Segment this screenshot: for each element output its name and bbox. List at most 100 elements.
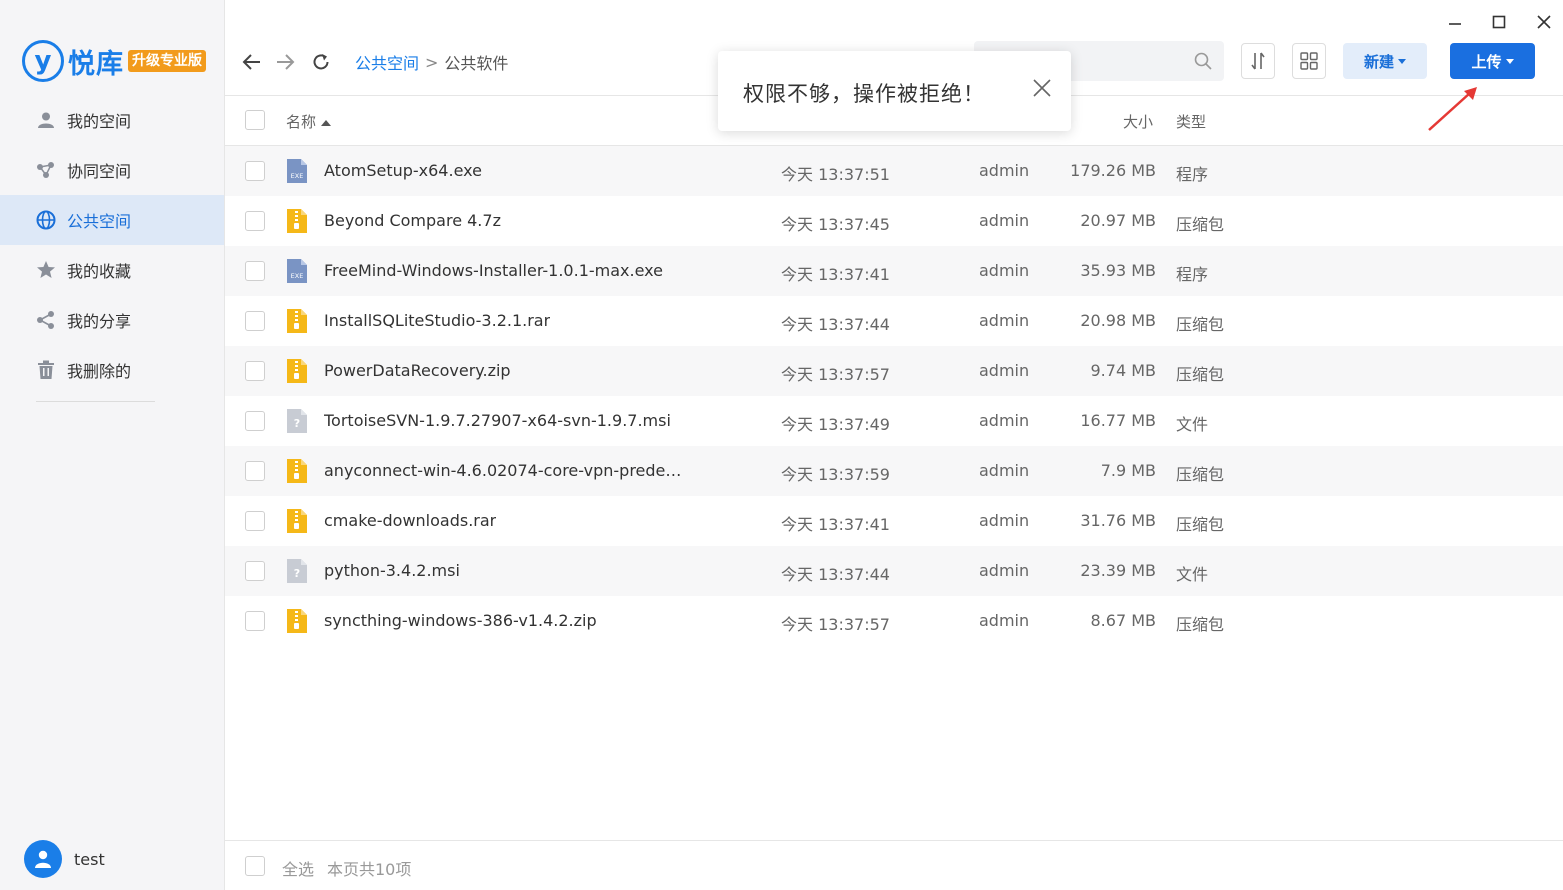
table-row[interactable]: syncthing-windows-386-v1.4.2.zip 今天 13:37… <box>225 596 1563 646</box>
table-row[interactable]: anyconnect-win-4.6.02074-core-vpn-predep… <box>225 446 1563 496</box>
file-name[interactable]: cmake-downloads.rar <box>324 511 496 530</box>
file-name[interactable]: python-3.4.2.msi <box>324 561 460 580</box>
table-row[interactable]: ? TortoiseSVN-1.9.7.27907-x64-svn-1.9.7.m… <box>225 396 1563 446</box>
table-row[interactable]: Beyond Compare 4.7z 今天 13:37:45 admin 20.97… <box>225 196 1563 246</box>
file-owner: admin <box>979 311 1030 330</box>
row-checkbox[interactable] <box>245 461 265 481</box>
sidebar-item-shares[interactable]: 我的分享 <box>0 295 224 345</box>
column-header-name[interactable]: 名称 <box>286 111 331 132</box>
user-profile[interactable]: test <box>24 840 105 878</box>
logo: y 悦库 升级专业版 <box>22 40 206 82</box>
file-size: 23.39 MB <box>1080 561 1156 580</box>
search-icon[interactable] <box>1194 52 1212 70</box>
table-row[interactable]: EXE FreeMind-Windows-Installer-1.0.1-max.… <box>225 246 1563 296</box>
file-name[interactable]: FreeMind-Windows-Installer-1.0.1-max.exe <box>324 261 663 280</box>
sort-button[interactable] <box>1241 43 1275 79</box>
breadcrumb-parent[interactable]: 公共空间 <box>355 50 419 74</box>
row-checkbox[interactable] <box>245 211 265 231</box>
table-row[interactable]: cmake-downloads.rar 今天 13:37:41 admin 31.76… <box>225 496 1563 546</box>
chevron-down-icon <box>1505 58 1514 64</box>
file-modified-time: 今天 13:37:44 <box>781 315 890 334</box>
table-row[interactable]: PowerDataRecovery.zip 今天 13:37:57 admin 9.7… <box>225 346 1563 396</box>
breadcrumb-current: 公共软件 <box>444 54 509 73</box>
minimize-button[interactable] <box>1445 12 1465 32</box>
row-checkbox[interactable] <box>245 261 265 281</box>
select-all-label[interactable]: 全选 <box>282 856 314 880</box>
sort-icon <box>1251 52 1265 70</box>
toast-close-button[interactable] <box>1032 78 1054 100</box>
file-owner: admin <box>979 361 1030 380</box>
select-all-checkbox[interactable] <box>245 110 265 130</box>
file-name[interactable]: anyconnect-win-4.6.02074-core-vpn-predep… <box>324 461 684 480</box>
user-icon <box>36 110 56 130</box>
star-icon <box>36 260 56 280</box>
forward-button[interactable] <box>273 50 297 74</box>
table-row[interactable]: InstallSQLiteStudio-3.2.1.rar 今天 13:37:44… <box>225 296 1563 346</box>
sidebar-item-public-space[interactable]: 公共空间 <box>0 195 224 245</box>
sidebar-item-label: 我的空间 <box>67 112 132 131</box>
row-checkbox[interactable] <box>245 361 265 381</box>
file-owner: admin <box>979 561 1030 580</box>
row-checkbox[interactable] <box>245 411 265 431</box>
maximize-button[interactable] <box>1489 12 1509 32</box>
new-button-label: 新建 <box>1363 52 1394 71</box>
file-modified-time: 今天 13:37:57 <box>781 365 890 384</box>
file-list: EXE AtomSetup-x64.exe 今天 13:37:51 admin 179.… <box>225 146 1563 646</box>
zip-file-icon <box>287 359 307 383</box>
sidebar-nav: 我的空间 协同空间 公共空间 我的收藏 我的分享 我删除的 <box>0 95 224 395</box>
column-header-name-label: 名称 <box>286 113 317 131</box>
file-name[interactable]: syncthing-windows-386-v1.4.2.zip <box>324 611 597 630</box>
footer-select-all-checkbox[interactable] <box>245 856 265 876</box>
file-name[interactable]: AtomSetup-x64.exe <box>324 161 482 180</box>
avatar[interactable] <box>24 840 62 878</box>
table-row[interactable]: EXE AtomSetup-x64.exe 今天 13:37:51 admin 179.… <box>225 146 1563 196</box>
back-button[interactable] <box>240 50 264 74</box>
chevron-down-icon <box>1398 58 1406 64</box>
sidebar: y 悦库 升级专业版 我的空间 协同空间 公共空间 我的收藏 我的分享 我删除的… <box>0 0 225 890</box>
file-type: 压缩包 <box>1176 615 1225 634</box>
row-checkbox[interactable] <box>245 311 265 331</box>
file-type: 文件 <box>1176 565 1209 584</box>
file-name[interactable]: TortoiseSVN-1.9.7.27907-x64-svn-1.9.7.ms… <box>324 411 671 430</box>
file-size: 20.97 MB <box>1080 211 1156 230</box>
upload-button-label: 上传 <box>1471 52 1502 71</box>
file-size: 179.26 MB <box>1070 161 1156 180</box>
file-size: 9.74 MB <box>1090 361 1157 380</box>
row-checkbox[interactable] <box>245 511 265 531</box>
file-modified-time: 今天 13:37:44 <box>781 565 890 584</box>
arrow-left-icon <box>242 54 260 70</box>
refresh-button[interactable] <box>309 50 333 74</box>
row-checkbox[interactable] <box>245 611 265 631</box>
sidebar-item-deleted[interactable]: 我删除的 <box>0 345 224 395</box>
file-modified-time: 今天 13:37:41 <box>781 515 890 534</box>
zip-file-icon <box>287 509 307 533</box>
row-checkbox[interactable] <box>245 561 265 581</box>
view-toggle-button[interactable] <box>1292 43 1326 79</box>
new-button[interactable]: 新建 <box>1343 43 1427 79</box>
column-header-size[interactable]: 大小 <box>1123 111 1153 132</box>
upload-button[interactable]: 上传 <box>1450 43 1535 79</box>
table-row[interactable]: ? python-3.4.2.msi 今天 13:37:44 admin 23.39 M… <box>225 546 1563 596</box>
file-name[interactable]: InstallSQLiteStudio-3.2.1.rar <box>324 311 550 330</box>
svg-text:?: ? <box>294 567 300 580</box>
upgrade-badge[interactable]: 升级专业版 <box>128 50 206 72</box>
sidebar-item-label: 我的分享 <box>67 312 132 331</box>
file-type: 程序 <box>1176 265 1209 284</box>
exe-file-icon: EXE <box>287 259 307 283</box>
sidebar-divider <box>36 401 155 402</box>
logo-text: 悦库 <box>68 48 124 80</box>
sidebar-item-favorites[interactable]: 我的收藏 <box>0 245 224 295</box>
sidebar-item-collab-space[interactable]: 协同空间 <box>0 145 224 195</box>
row-checkbox[interactable] <box>245 161 265 181</box>
file-name[interactable]: Beyond Compare 4.7z <box>324 211 501 230</box>
file-modified-time: 今天 13:37:41 <box>781 265 890 284</box>
file-type: 压缩包 <box>1176 215 1225 234</box>
file-modified-time: 今天 13:37:59 <box>781 465 890 484</box>
file-owner: admin <box>979 211 1030 230</box>
logo-icon: y <box>22 40 64 82</box>
zip-file-icon <box>287 209 307 233</box>
column-header-type[interactable]: 类型 <box>1176 111 1206 132</box>
sidebar-item-my-space[interactable]: 我的空间 <box>0 95 224 145</box>
file-name[interactable]: PowerDataRecovery.zip <box>324 361 511 380</box>
close-window-button[interactable] <box>1534 12 1554 32</box>
